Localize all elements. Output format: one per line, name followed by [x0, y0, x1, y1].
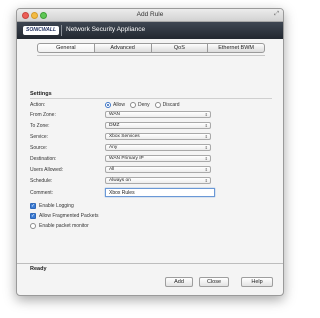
enable-monitor-label: Enable packet monitor: [39, 223, 89, 229]
title-bar: Add Rule ⤢: [17, 9, 283, 22]
source-label: Source:: [30, 145, 48, 151]
schedule-value: Always on: [109, 178, 131, 183]
add-rule-dialog: Add Rule ⤢ SONICWALL Network Security Ap…: [16, 8, 284, 296]
product-name: Network Security Appliance: [66, 26, 146, 33]
comment-input[interactable]: Xbox Rules: [105, 188, 215, 197]
comment-row: Comment: Xbox Rules: [30, 188, 270, 197]
updown-chevron-icon: ⇕: [204, 134, 208, 139]
service-value: Xbox Services: [109, 134, 140, 139]
action-allow-label: Allow: [113, 102, 125, 108]
add-button[interactable]: Add: [165, 277, 193, 287]
action-deny-radio[interactable]: [129, 102, 136, 108]
status-text: Ready: [30, 266, 47, 272]
from-zone-row: From Zone: WAN ⇕: [30, 111, 270, 119]
updown-chevron-icon: ⇕: [204, 112, 208, 117]
action-discard-option[interactable]: Discard: [154, 102, 180, 108]
allow-fragmented-checkbox[interactable]: ✓: [30, 213, 36, 219]
action-discard-label: Discard: [162, 102, 180, 108]
from-zone-label: From Zone:: [30, 112, 56, 118]
settings-heading: Settings: [30, 91, 52, 97]
to-zone-select[interactable]: DMZ ⇕: [105, 122, 211, 129]
action-label: Action:: [30, 102, 46, 108]
comment-value: Xbox Rules: [109, 190, 135, 196]
action-allow-radio[interactable]: [105, 102, 111, 108]
action-allow-option[interactable]: Allow: [105, 102, 125, 108]
tab-bar: General Advanced QoS Ethernet BWM: [37, 43, 265, 53]
updown-chevron-icon: ⇕: [204, 167, 208, 172]
users-allowed-value: All: [109, 167, 115, 172]
action-deny-label: Deny: [137, 102, 150, 108]
help-button[interactable]: Help: [241, 277, 273, 287]
enable-logging-checkbox[interactable]: ✓: [30, 203, 36, 209]
to-zone-row: To Zone: DMZ ⇕: [30, 122, 270, 130]
from-zone-select[interactable]: WAN ⇕: [105, 111, 211, 118]
service-row: Service: Xbox Services ⇕: [30, 133, 270, 141]
brand-divider: [61, 25, 62, 36]
comment-label: Comment:: [30, 190, 54, 196]
settings-divider: [30, 98, 272, 99]
close-button[interactable]: Close: [199, 277, 229, 287]
enable-logging-label: Enable Logging: [39, 203, 74, 209]
action-discard-radio[interactable]: [154, 102, 161, 108]
schedule-row: Schedule: Always on ⇕: [30, 177, 270, 185]
schedule-label: Schedule:: [30, 178, 53, 184]
tab-advanced[interactable]: Advanced: [94, 43, 152, 53]
destination-label: Destination:: [30, 156, 57, 162]
action-deny-option[interactable]: Deny: [129, 102, 150, 108]
source-row: Source: Any ⇕: [30, 144, 270, 152]
source-value: Any: [109, 145, 118, 150]
action-row: Action: Allow Deny Discard: [30, 101, 270, 109]
tab-general[interactable]: General: [37, 43, 95, 53]
to-zone-label: To Zone:: [30, 123, 50, 129]
to-zone-value: DMZ: [109, 123, 120, 128]
destination-row: Destination: WAN Primary IP ⇕: [30, 155, 270, 163]
allow-fragmented-row[interactable]: ✓ Allow Fragmented Packets: [30, 212, 98, 220]
from-zone-value: WAN: [109, 112, 121, 117]
users-allowed-select[interactable]: All ⇕: [105, 166, 211, 173]
fullscreen-icon[interactable]: ⤢: [274, 11, 279, 18]
tab-qos[interactable]: QoS: [151, 43, 209, 53]
service-label: Service:: [30, 134, 49, 140]
enable-monitor-checkbox[interactable]: [30, 223, 36, 229]
enable-monitor-row[interactable]: Enable packet monitor: [30, 222, 89, 230]
updown-chevron-icon: ⇕: [204, 156, 208, 161]
sonicwall-logo: SONICWALL: [23, 26, 59, 35]
action-radio-group: Allow Deny Discard: [105, 101, 185, 109]
window-title: Add Rule: [136, 11, 164, 18]
tab-divider: [37, 55, 265, 56]
allow-fragmented-label: Allow Fragmented Packets: [39, 213, 99, 219]
updown-chevron-icon: ⇕: [204, 145, 208, 150]
destination-value: WAN Primary IP: [109, 156, 144, 161]
updown-chevron-icon: ⇕: [204, 123, 208, 128]
destination-select[interactable]: WAN Primary IP ⇕: [105, 155, 211, 162]
source-select[interactable]: Any ⇕: [105, 144, 211, 151]
users-allowed-label: Users Allowed:: [30, 167, 64, 173]
service-select[interactable]: Xbox Services ⇕: [105, 133, 211, 140]
tab-ethernet-bwm[interactable]: Ethernet BWM: [208, 43, 265, 53]
brand-bar: SONICWALL Network Security Appliance: [17, 22, 283, 39]
updown-chevron-icon: ⇕: [204, 178, 208, 183]
enable-logging-row[interactable]: ✓ Enable Logging: [30, 202, 74, 210]
users-allowed-row: Users Allowed: All ⇕: [30, 166, 270, 174]
schedule-select[interactable]: Always on ⇕: [105, 177, 211, 184]
status-divider: [17, 263, 283, 264]
